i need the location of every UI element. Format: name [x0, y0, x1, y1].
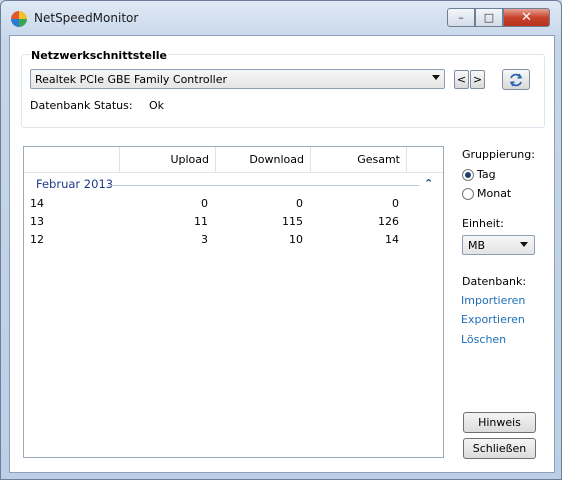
- cell-day: 13: [30, 215, 44, 228]
- cell-day: 14: [30, 197, 44, 210]
- cell-total: 14: [385, 233, 399, 246]
- maximize-icon: □: [483, 11, 495, 24]
- cell-upload: 3: [201, 233, 208, 246]
- hint-button[interactable]: Hinweis: [463, 412, 536, 433]
- delete-link[interactable]: Löschen: [461, 333, 506, 346]
- db-status-value: Ok: [149, 99, 165, 112]
- app-window: NetSpeedMonitor – □ ✕ Netzwerkschnittste…: [0, 0, 562, 480]
- column-header-total[interactable]: Gesamt: [310, 147, 406, 172]
- column-header-date[interactable]: [24, 147, 119, 172]
- export-link[interactable]: Exportieren: [461, 313, 525, 326]
- column-header-download[interactable]: Download: [215, 147, 310, 172]
- cell-total: 0: [392, 197, 399, 210]
- import-link[interactable]: Importieren: [461, 294, 525, 307]
- title-bar: NetSpeedMonitor – □ ✕: [1, 1, 561, 35]
- next-adapter-label: >: [472, 73, 483, 86]
- refresh-button[interactable]: [502, 69, 530, 90]
- column-header-upload[interactable]: Upload: [119, 147, 215, 172]
- table-row[interactable]: 12 3 10 14: [24, 231, 443, 249]
- close-button[interactable]: Schließen: [463, 438, 536, 459]
- minimize-button[interactable]: –: [447, 8, 475, 27]
- table-row[interactable]: 13 11 115 126: [24, 213, 443, 231]
- prev-adapter-label: <: [456, 73, 467, 86]
- app-icon: [11, 11, 27, 27]
- column-header-filler: [406, 147, 443, 172]
- grouping-label: Gruppierung:: [462, 148, 535, 161]
- month-group-label: Februar 2013: [36, 177, 114, 191]
- month-group-header[interactable]: Februar 2013 ⌃: [24, 174, 443, 194]
- radio-month-label[interactable]: Monat: [477, 187, 511, 200]
- unit-select[interactable]: MB: [462, 235, 535, 255]
- traffic-table[interactable]: Upload Download Gesamt Februar 2013 ⌃ 14…: [23, 146, 444, 458]
- month-group-divider: [108, 185, 419, 186]
- close-window-button[interactable]: ✕: [503, 8, 550, 27]
- table-row[interactable]: 14 0 0 0: [24, 195, 443, 213]
- maximize-button[interactable]: □: [475, 8, 503, 27]
- prev-adapter-button[interactable]: <: [454, 70, 469, 89]
- table-header: Upload Download Gesamt: [24, 147, 443, 173]
- client-area: Netzwerkschnittstelle Realtek PCIe GBE F…: [9, 35, 555, 473]
- collapse-caret-icon[interactable]: ⌃: [424, 177, 433, 190]
- radio-day-label[interactable]: Tag: [477, 168, 496, 181]
- next-adapter-button[interactable]: >: [470, 70, 485, 89]
- cell-download: 10: [289, 233, 303, 246]
- radio-day[interactable]: [462, 169, 474, 181]
- cell-day: 12: [30, 233, 44, 246]
- unit-label: Einheit:: [462, 217, 504, 230]
- interface-group-box: [21, 54, 545, 128]
- adapter-select[interactable]: Realtek PCIe GBE Family Controller: [30, 69, 445, 89]
- database-label: Datenbank:: [462, 275, 527, 288]
- cell-upload: 0: [201, 197, 208, 210]
- cell-total: 126: [378, 215, 399, 228]
- unit-select-value: MB: [468, 239, 486, 252]
- close-icon: ✕: [521, 10, 532, 25]
- cell-download: 0: [296, 197, 303, 210]
- chevron-down-icon: [432, 75, 440, 80]
- cell-download: 115: [282, 215, 303, 228]
- window-title: NetSpeedMonitor: [34, 11, 139, 25]
- minimize-icon: –: [458, 11, 464, 24]
- interface-group-title: Netzwerkschnittstelle: [30, 49, 168, 62]
- cell-upload: 11: [194, 215, 208, 228]
- db-status-label: Datenbank Status:: [30, 99, 133, 112]
- adapter-select-value: Realtek PCIe GBE Family Controller: [35, 73, 228, 86]
- refresh-icon: [509, 73, 523, 86]
- chevron-down-icon: [520, 242, 528, 247]
- radio-month[interactable]: [462, 188, 474, 200]
